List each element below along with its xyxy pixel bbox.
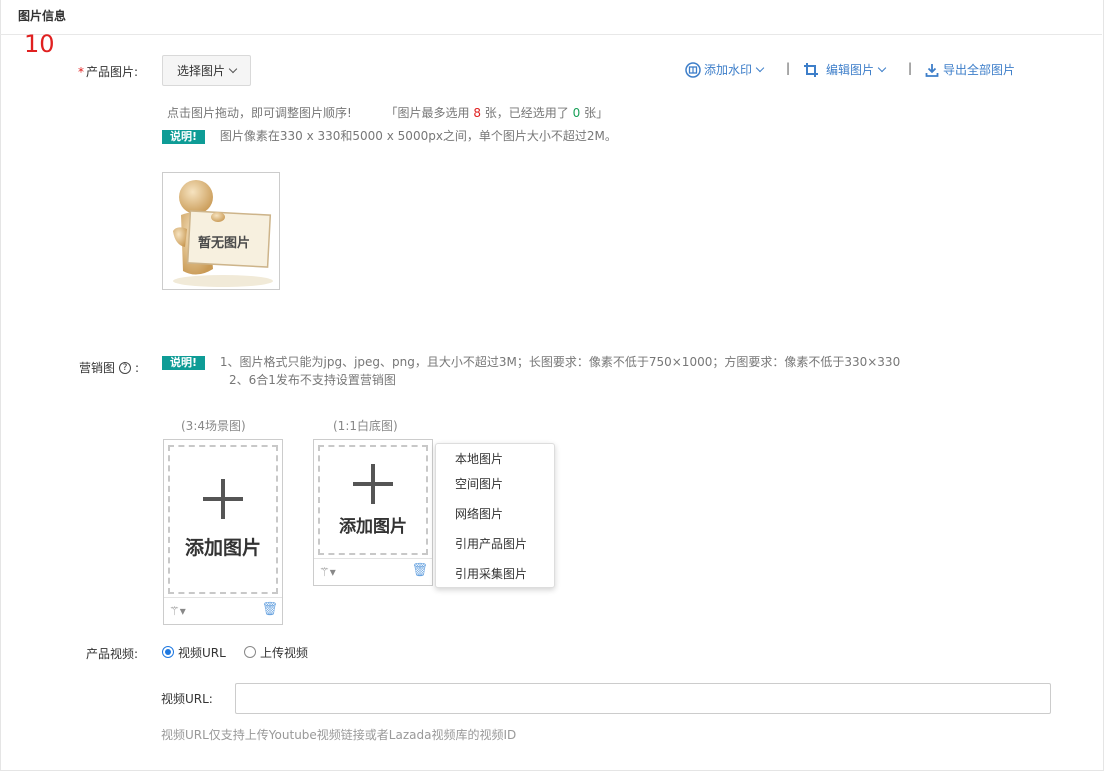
no-image-placeholder: 暂无图片	[162, 172, 280, 290]
slot-caption-scene: (3:4场景图)	[181, 419, 246, 433]
download-icon	[925, 63, 939, 77]
marketing-slot-white: 添加图片 ⚚▾ 🗑	[313, 439, 433, 586]
video-url-radio[interactable]	[162, 646, 174, 658]
select-image-label: 选择图片	[176, 64, 225, 78]
export-all-images-button[interactable]: 导出全部图片	[925, 61, 1015, 78]
edit-image-label: 编辑图片	[826, 63, 875, 77]
product-video-label: 产品视频:	[86, 647, 139, 661]
count-hint-prefix: 「图片最多选用	[385, 106, 470, 120]
video-url-option-label[interactable]: 视频URL	[178, 644, 226, 661]
video-url-input[interactable]	[235, 683, 1051, 714]
watermark-icon	[685, 61, 701, 78]
toolbar-separator: |	[786, 61, 791, 75]
marketing-note: 说明! 1、图片格式只能为jpg、jpeg、png，且大小不超过3M；长图要求：…	[162, 353, 900, 370]
video-url-hint: 视频URL仅支持上传Youtube视频链接或者Lazada视频库的视频ID	[161, 728, 517, 742]
menu-item-product-image[interactable]: 引用产品图片	[455, 535, 527, 552]
step-number: 10	[24, 30, 55, 58]
select-image-button[interactable]: 选择图片	[162, 55, 251, 86]
add-image-text: 添加图片	[184, 537, 261, 559]
magic-wand-icon[interactable]: ⚚▾	[319, 565, 336, 579]
edit-image-button[interactable]: 编辑图片	[803, 61, 887, 78]
note-tag: 说明!	[162, 356, 206, 370]
menu-item-collected-image[interactable]: 引用采集图片	[455, 565, 527, 582]
marketing-slot-scene: 添加图片 ⚚▾ 🗑	[163, 439, 283, 625]
chevron-down-icon	[877, 63, 887, 73]
menu-item-local-image[interactable]: 本地图片	[455, 450, 503, 467]
image-size-note: 说明! 图片像素在330 x 330和5000 x 5000px之间，单个图片大…	[162, 127, 617, 144]
add-watermark-label: 添加水印	[704, 63, 753, 77]
marketing-label-colon: :	[135, 360, 140, 375]
magic-wand-icon[interactable]: ⚚▾	[169, 604, 186, 618]
help-icon[interactable]: ?	[119, 361, 132, 374]
slot-caption-white: (1:1白底图)	[333, 419, 398, 433]
add-watermark-button[interactable]: 添加水印	[685, 61, 765, 78]
upload-video-radio[interactable]	[244, 646, 256, 658]
export-all-images-label: 导出全部图片	[943, 63, 1016, 77]
plus-icon	[203, 479, 243, 519]
image-order-hint: 点击图片拖动，即可调整图片顺序! 「图片最多选用 8 张，已经选用了 0 张」	[167, 104, 608, 121]
slot-toolbar: ⚚▾ 🗑	[164, 597, 282, 624]
used-count: 0	[572, 106, 581, 120]
section-title: 图片信息	[18, 9, 67, 23]
crop-icon	[804, 62, 818, 77]
product-images-label: * 产品图片:	[78, 63, 138, 80]
add-image-text: 添加图片	[339, 516, 407, 537]
drag-hint: 点击图片拖动，即可调整图片顺序!	[167, 106, 352, 120]
upload-video-option-label[interactable]: 上传视频	[260, 644, 308, 661]
toolbar-separator: |	[908, 61, 913, 75]
chevron-down-icon	[755, 63, 765, 73]
marketing-label: 营销图 ? :	[79, 359, 139, 376]
note-tag: 说明!	[162, 130, 206, 144]
marketing-note-line1: 1、图片格式只能为jpg、jpeg、png，且大小不超过3M；长图要求：像素不低…	[219, 355, 901, 369]
max-count: 8	[473, 106, 481, 120]
trash-icon[interactable]: 🗑	[261, 602, 278, 617]
marketing-note-line2: 2、6合1发布不支持设置营销图	[229, 373, 396, 387]
image-size-note-text: 图片像素在330 x 330和5000 x 5000px之间，单个图片大小不超过…	[219, 129, 617, 143]
menu-item-network-image[interactable]: 网络图片	[455, 505, 503, 522]
no-image-figure-icon	[173, 180, 273, 287]
trash-icon[interactable]: 🗑	[411, 563, 428, 578]
section-header: 图片信息	[0, 0, 1102, 35]
image-source-menu: 本地图片 空间图片 网络图片 引用产品图片 引用采集图片	[435, 443, 555, 588]
add-image-button[interactable]: 添加图片	[318, 445, 428, 555]
no-image-text: 暂无图片	[198, 236, 251, 251]
required-mark: *	[78, 65, 84, 79]
chevron-down-icon	[228, 64, 238, 74]
count-hint-mid: 张，已经选用了	[484, 106, 569, 120]
menu-item-space-image[interactable]: 空间图片	[455, 475, 503, 492]
plus-icon	[353, 463, 393, 504]
slot-toolbar: ⚚▾ 🗑	[314, 558, 432, 585]
video-url-field-label: 视频URL:	[161, 692, 213, 706]
add-image-button[interactable]: 添加图片	[168, 445, 278, 594]
count-hint-suffix: 张」	[584, 106, 609, 120]
marketing-label-text: 营销图	[79, 361, 116, 375]
product-images-label-text: 产品图片:	[86, 65, 139, 79]
